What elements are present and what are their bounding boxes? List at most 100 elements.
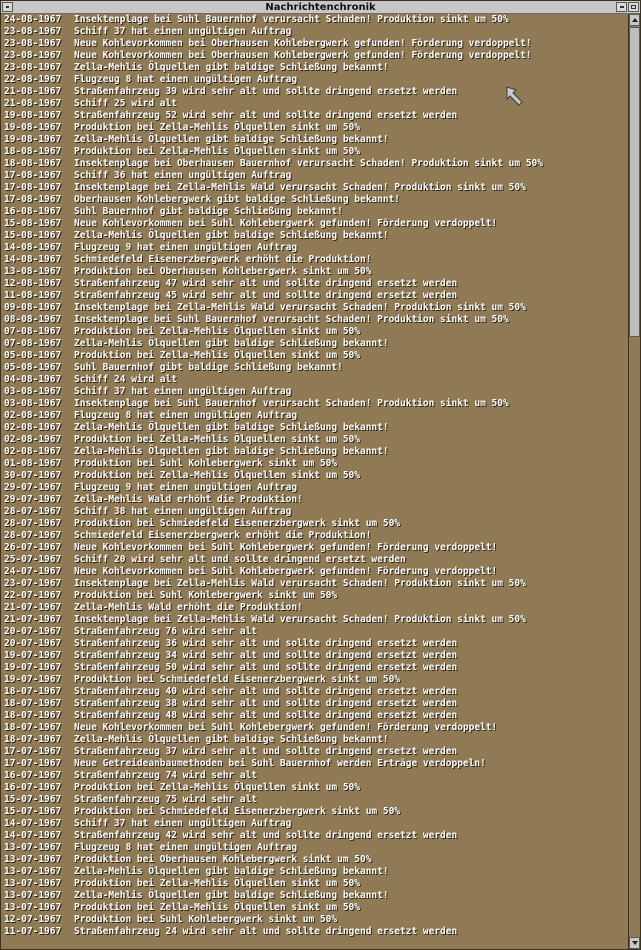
message-row[interactable]: 05-08-1967 Produktion bei Zella-Mehlis Öl… [4,350,626,362]
message-row[interactable]: 14-08-1967 Flugzeug 9 hat einen ungültige… [4,242,626,254]
message-row[interactable]: 12-08-1967 Straßenfahrzeug 47 wird sehr a… [4,278,626,290]
message-row[interactable]: 18-08-1967 Produktion bei Zella-Mehlis Öl… [4,146,626,158]
message-row[interactable]: 16-08-1967 Suhl Bauernhof gibt baldige Sc… [4,206,626,218]
scrollbar-thumb[interactable] [629,27,640,337]
message-date: 18-07-1967 [4,698,62,709]
message-row[interactable]: 15-07-1967 Produktion bei Schmiedefeld Ei… [4,806,626,818]
message-row[interactable]: 17-08-1967 Oberhausen Kohlebergwerk gibt … [4,194,626,206]
message-row[interactable]: 19-07-1967 Straßenfahrzeug 50 wird sehr a… [4,662,626,674]
message-row[interactable]: 02-08-1967 Zella-Mehlis Ölquellen gibt ba… [4,446,626,458]
message-row[interactable]: 19-08-1967 Zella-Mehlis Ölquellen gibt ba… [4,134,626,146]
message-row[interactable]: 18-07-1967 Straßenfahrzeug 38 wird sehr a… [4,698,626,710]
message-row[interactable]: 28-07-1967 Produktion bei Schmiedefeld Ei… [4,518,626,530]
message-row[interactable]: 08-08-1967 Insektenplage bei Suhl Bauernh… [4,314,626,326]
message-row[interactable]: 16-07-1967 Produktion bei Zella-Mehlis Öl… [4,782,626,794]
message-row[interactable]: 18-08-1967 Insektenplage bei Oberhausen B… [4,158,626,170]
message-text: Straßenfahrzeug 75 wird sehr alt [74,794,258,805]
message-date: 14-08-1967 [4,254,62,265]
message-row[interactable]: 17-08-1967 Insektenplage bei Zella-Mehlis… [4,182,626,194]
message-row[interactable]: 11-08-1967 Straßenfahrzeug 45 wird sehr a… [4,290,626,302]
message-date: 05-08-1967 [4,362,62,373]
message-row[interactable]: 03-08-1967 Schiff 37 hat einen ungültigen… [4,386,626,398]
title-bar[interactable]: Nachrichtenchronik [1,1,640,14]
message-row[interactable]: 23-07-1967 Insektenplage bei Zella-Mehlis… [4,578,626,590]
message-text: Zella-Mehlis Wald erhöht die Produktion! [74,494,303,505]
message-row[interactable]: 18-07-1967 Straßenfahrzeug 40 wird sehr a… [4,686,626,698]
message-row[interactable]: 04-08-1967 Schiff 24 wird alt [4,374,626,386]
message-row[interactable]: 19-08-1967 Straßenfahrzeug 52 wird sehr a… [4,110,626,122]
message-text: Straßenfahrzeug 42 wird sehr alt und sol… [74,830,458,841]
message-row[interactable]: 26-07-1967 Neue Kohlevorkommen bei Suhl K… [4,542,626,554]
message-row[interactable]: 24-07-1967 Neue Kohlevorkommen bei Suhl K… [4,566,626,578]
window-maximize-icon[interactable] [628,2,639,12]
message-text: Schiff 37 hat einen ungültigen Auftrag [74,818,292,829]
message-row[interactable]: 11-07-1967 Straßenfahrzeug 24 wird sehr a… [4,926,626,938]
scroll-up-icon[interactable] [629,14,640,26]
message-text: Neue Kohlevorkommen bei Suhl Kohlebergwe… [74,542,498,553]
message-row[interactable]: 03-08-1967 Insektenplage bei Suhl Bauernh… [4,398,626,410]
message-row[interactable]: 24-08-1967 Insektenplage bei Suhl Bauernh… [4,14,626,26]
message-row[interactable]: 23-08-1967 Neue Kohlevorkommen bei Oberha… [4,50,626,62]
message-row[interactable]: 02-08-1967 Flugzeug 8 hat einen ungültige… [4,410,626,422]
message-row[interactable]: 21-07-1967 Insektenplage bei Zella-Mehlis… [4,614,626,626]
message-row[interactable]: 21-07-1967 Zella-Mehlis Wald erhöht die P… [4,602,626,614]
message-row[interactable]: 05-08-1967 Suhl Bauernhof gibt baldige Sc… [4,362,626,374]
message-row[interactable]: 18-07-1967 Straßenfahrzeug 48 wird sehr a… [4,710,626,722]
message-list[interactable]: 24-08-1967 Insektenplage bei Suhl Bauernh… [4,14,626,949]
message-row[interactable]: 15-08-1967 Zella-Mehlis Ölquellen gibt ba… [4,230,626,242]
message-row[interactable]: 13-07-1967 Produktion bei Oberhausen Kohl… [4,854,626,866]
message-text: Neue Kohlevorkommen bei Suhl Kohlebergwe… [74,218,498,229]
message-row[interactable]: 20-07-1967 Straßenfahrzeug 36 wird sehr a… [4,638,626,650]
message-row[interactable]: 21-08-1967 Schiff 25 wird alt [4,98,626,110]
message-row[interactable]: 19-07-1967 Straßenfahrzeug 34 wird sehr a… [4,650,626,662]
message-text: Schmiedefeld Eisenerzbergwerk erhöht die… [74,530,372,541]
message-row[interactable]: 07-08-1967 Zella-Mehlis Ölquellen gibt ba… [4,338,626,350]
message-row[interactable]: 23-08-1967 Schiff 37 hat einen ungültigen… [4,26,626,38]
message-row[interactable]: 17-07-1967 Neue Getreideanbaumethoden bei… [4,758,626,770]
message-row[interactable]: 17-08-1967 Schiff 36 hat einen ungültigen… [4,170,626,182]
message-row[interactable]: 15-08-1967 Neue Kohlevorkommen bei Suhl K… [4,218,626,230]
message-row[interactable]: 29-07-1967 Zella-Mehlis Wald erhöht die P… [4,494,626,506]
window-shade-icon[interactable] [616,2,627,12]
message-row[interactable]: 13-07-1967 Produktion bei Zella-Mehlis Öl… [4,902,626,914]
message-row[interactable]: 13-07-1967 Flugzeug 8 hat einen ungültige… [4,842,626,854]
message-row[interactable]: 22-08-1967 Flugzeug 8 hat einen ungültige… [4,74,626,86]
message-row[interactable]: 19-07-1967 Produktion bei Schmiedefeld Ei… [4,674,626,686]
message-row[interactable]: 13-07-1967 Produktion bei Zella-Mehlis Öl… [4,878,626,890]
message-row[interactable]: 28-07-1967 Schiff 38 hat einen ungültigen… [4,506,626,518]
message-row[interactable]: 20-07-1967 Straßenfahrzeug 76 wird sehr a… [4,626,626,638]
message-row[interactable]: 15-07-1967 Straßenfahrzeug 75 wird sehr a… [4,794,626,806]
vertical-scrollbar[interactable] [628,14,640,949]
message-row[interactable]: 18-07-1967 Neue Kohlevorkommen bei Suhl K… [4,722,626,734]
message-date: 18-07-1967 [4,686,62,697]
message-row[interactable]: 19-08-1967 Produktion bei Zella-Mehlis Öl… [4,122,626,134]
message-row[interactable]: 13-08-1967 Produktion bei Oberhausen Kohl… [4,266,626,278]
message-row[interactable]: 21-08-1967 Straßenfahrzeug 39 wird sehr a… [4,86,626,98]
message-row[interactable]: 12-07-1967 Produktion bei Suhl Kohlebergw… [4,914,626,926]
message-row[interactable]: 28-07-1967 Schmiedefeld Eisenerzbergwerk … [4,530,626,542]
message-row[interactable]: 02-08-1967 Produktion bei Zella-Mehlis Öl… [4,434,626,446]
message-text: Zella-Mehlis Ölquellen gibt baldige Schl… [74,866,389,877]
message-row[interactable]: 25-07-1967 Schiff 20 wird sehr alt und so… [4,554,626,566]
message-row[interactable]: 23-08-1967 Zella-Mehlis Ölquellen gibt ba… [4,62,626,74]
message-row[interactable]: 14-07-1967 Straßenfahrzeug 42 wird sehr a… [4,830,626,842]
message-row[interactable]: 29-07-1967 Flugzeug 9 hat einen ungültige… [4,482,626,494]
message-row[interactable]: 14-08-1967 Schmiedefeld Eisenerzbergwerk … [4,254,626,266]
message-row[interactable]: 13-07-1967 Zella-Mehlis Ölquellen gibt ba… [4,890,626,902]
message-text: Zella-Mehlis Ölquellen gibt baldige Schl… [74,338,389,349]
message-row[interactable]: 30-07-1967 Produktion bei Zella-Mehlis Öl… [4,470,626,482]
message-row[interactable]: 18-07-1967 Zella-Mehlis Ölquellen gibt ba… [4,734,626,746]
message-row[interactable]: 23-08-1967 Neue Kohlevorkommen bei Oberha… [4,38,626,50]
message-row[interactable]: 09-08-1967 Insektenplage bei Zella-Mehlis… [4,302,626,314]
message-row[interactable]: 02-08-1967 Zella-Mehlis Ölquellen gibt ba… [4,422,626,434]
message-row[interactable]: 07-08-1967 Produktion bei Zella-Mehlis Öl… [4,326,626,338]
message-row[interactable]: 17-07-1967 Straßenfahrzeug 37 wird sehr a… [4,746,626,758]
message-text: Zella-Mehlis Wald erhöht die Produktion! [74,602,303,613]
message-row[interactable]: 22-07-1967 Produktion bei Suhl Kohlebergw… [4,590,626,602]
message-text: Straßenfahrzeug 47 wird sehr alt und sol… [74,278,458,289]
message-row[interactable]: 13-07-1967 Zella-Mehlis Ölquellen gibt ba… [4,866,626,878]
message-row[interactable]: 16-07-1967 Straßenfahrzeug 74 wird sehr a… [4,770,626,782]
message-row[interactable]: 01-08-1967 Produktion bei Suhl Kohlebergw… [4,458,626,470]
message-row[interactable]: 14-07-1967 Schiff 37 hat einen ungültigen… [4,818,626,830]
scroll-down-icon[interactable] [629,937,640,949]
